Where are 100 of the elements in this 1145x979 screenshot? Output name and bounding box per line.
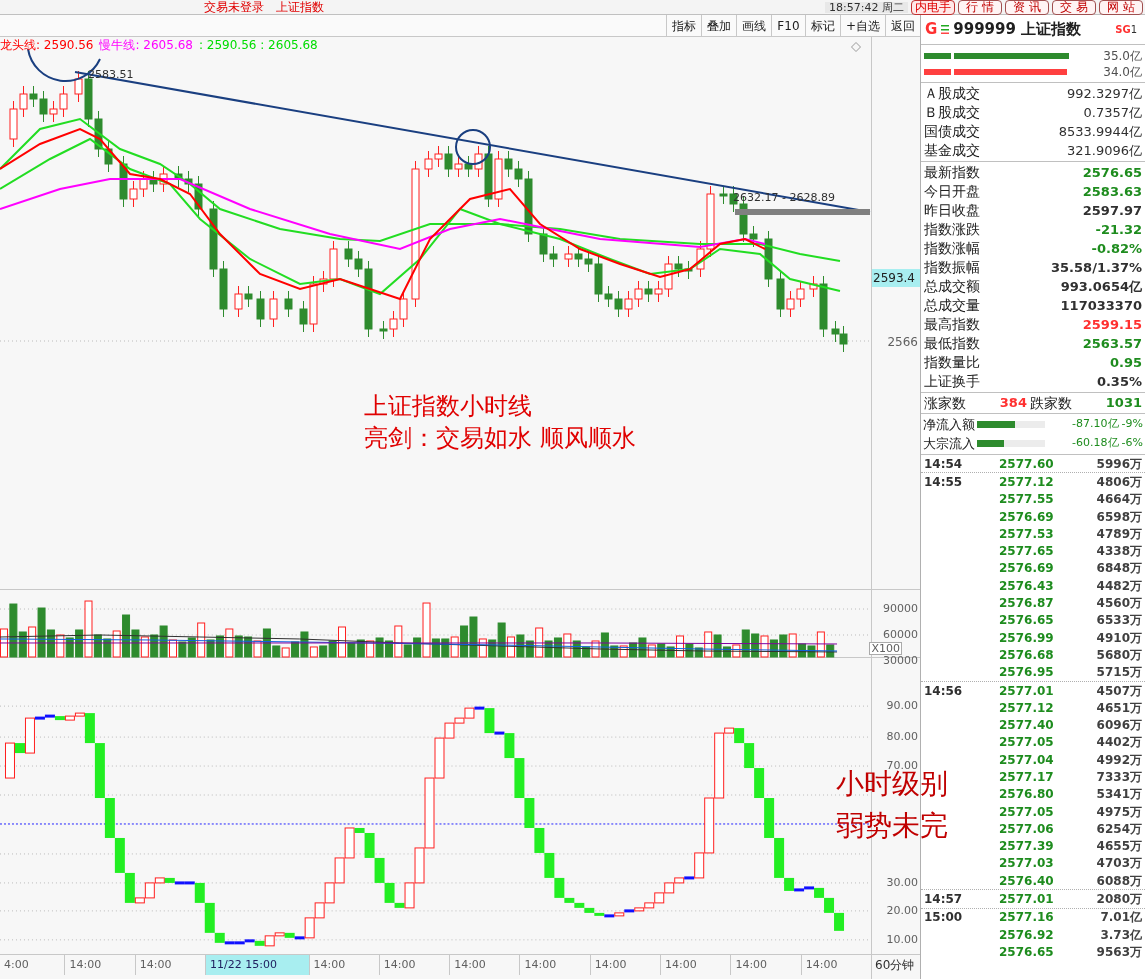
circle-mark	[455, 129, 491, 165]
time-label: 14:00	[64, 955, 135, 975]
tick-volume: 4975万	[1096, 805, 1142, 818]
tick-volume: 4482万	[1096, 579, 1142, 592]
period-label[interactable]: 60分钟	[872, 955, 920, 979]
stat-value: 8533.9944亿	[1058, 122, 1142, 141]
tick-price: 2577.12	[999, 475, 1054, 488]
tick-volume: 4992万	[1096, 753, 1142, 766]
menu-button[interactable]: 内电手	[911, 0, 955, 15]
tick-volume: 3.73亿	[1100, 928, 1142, 941]
stat-label: 昨日收盘	[924, 201, 980, 220]
tick-volume: 4703万	[1096, 857, 1142, 870]
toolbar-button[interactable]: 画线	[735, 15, 771, 36]
chart-note: 上证指数小时线	[364, 394, 532, 418]
clock-text: 18:57:42 周二	[825, 1, 908, 13]
toolbar-button[interactable]: 返回	[885, 15, 920, 36]
tick-price: 2576.68	[999, 648, 1054, 661]
stat-value: 117033370	[1060, 296, 1142, 315]
tick-volume: 9563万	[1096, 945, 1142, 958]
stat-value: 0.7357亿	[1083, 103, 1142, 122]
time-label: 4:00	[3, 957, 30, 973]
stat-label: 指数量比	[924, 353, 980, 372]
tick-volume: 4402万	[1096, 736, 1142, 749]
tick-price: 2577.65	[999, 545, 1054, 558]
stat-label: 指数振幅	[924, 258, 980, 277]
tick-price: 2577.05	[999, 736, 1054, 749]
menu-button[interactable]: 网 站	[1099, 0, 1143, 15]
menu-button[interactable]: 交 易	[1052, 0, 1096, 15]
stat-value: -87.10亿	[1072, 416, 1119, 433]
menu-button[interactable]: 资 讯	[1005, 0, 1049, 15]
stat-value: 0.95	[1109, 353, 1142, 372]
tag-text: SG1	[1115, 23, 1137, 37]
tick-volume: 5996万	[1096, 457, 1142, 470]
time-label: 14:00	[730, 955, 801, 975]
stat-label: 最新指数	[924, 163, 980, 182]
stat-value: 0.35%	[1096, 372, 1142, 391]
tick-time: 14:54	[924, 457, 964, 470]
axis-label: 30.00	[886, 877, 918, 888]
axis-label: 90000	[883, 603, 918, 614]
tick-volume: 5341万	[1096, 788, 1142, 801]
axis-label: 60000	[883, 629, 918, 640]
tick-volume: 6254万	[1096, 822, 1142, 835]
chart-note: 小时级别	[836, 770, 948, 798]
login-status: 交易未登录	[204, 1, 264, 13]
stat-label: 跌家数	[1029, 393, 1072, 413]
menu-button[interactable]: 行 情	[958, 0, 1002, 15]
toolbar-button[interactable]: 叠加	[700, 15, 736, 36]
stat-value: 993.0654亿	[1060, 277, 1142, 296]
stat-value: -9%	[1121, 416, 1143, 433]
stat-value: 321.9096亿	[1066, 141, 1142, 160]
bar-value: 34.0亿	[1103, 63, 1142, 81]
stat-value: 1031	[1105, 394, 1142, 413]
tick-volume: 7.01亿	[1100, 911, 1142, 924]
stock-name: 999999 上证指数	[953, 19, 1082, 41]
axis-label: 70.00	[886, 760, 918, 771]
stat-label: 今日开盘	[924, 182, 980, 201]
tick-price: 2576.69	[999, 562, 1054, 575]
tick-volume: 6088万	[1096, 874, 1142, 887]
toolbar-button[interactable]: 标记	[804, 15, 840, 36]
time-label: 14:00	[589, 955, 661, 975]
tick-volume: 4910万	[1096, 631, 1142, 644]
tick-time: 14:57	[924, 893, 964, 906]
tick-price: 2576.65	[999, 945, 1054, 958]
toolbar-button[interactable]: +自选	[839, 15, 885, 36]
tick-price: 2576.99	[999, 631, 1054, 644]
tick-volume: 4651万	[1096, 701, 1142, 714]
tick-price: 2576.69	[999, 510, 1054, 523]
legend-text: : 2590.56 : 2605.68	[198, 39, 318, 51]
time-label: 14:00	[308, 955, 379, 975]
tick-price: 2577.55	[999, 493, 1054, 506]
legend-text: 龙头线: 2590.56	[0, 39, 94, 51]
stat-label: 涨家数	[924, 393, 966, 413]
chart-note: 弱势未完	[836, 812, 948, 840]
stat-value: 2599.15	[1082, 315, 1142, 334]
tick-volume: 6096万	[1096, 719, 1142, 732]
stat-label: 总成交量	[924, 296, 980, 315]
tick-price: 2576.80	[999, 788, 1054, 801]
tick-price: 2576.40	[999, 874, 1054, 887]
time-label: 14:00	[378, 955, 450, 975]
stat-label: 净流入额	[923, 415, 975, 434]
symbol-title: 上证指数	[276, 1, 324, 13]
unit-label: X100	[869, 642, 902, 655]
stat-label: 基金成交	[924, 141, 980, 160]
tick-price: 2577.04	[999, 753, 1054, 766]
tick-volume: 2080万	[1096, 893, 1142, 906]
axis-label: 2566	[886, 334, 919, 351]
stat-value: -6%	[1121, 435, 1143, 452]
stat-label: 国债成交	[924, 122, 980, 141]
toolbar-button[interactable]: 指标	[665, 15, 701, 36]
stat-value: 384	[999, 394, 1027, 413]
tick-volume: 6533万	[1096, 614, 1142, 627]
tick-price: 2576.65	[999, 614, 1054, 627]
tick-volume: 4664万	[1096, 493, 1142, 506]
toolbar-button[interactable]: F10	[770, 15, 805, 36]
tick-volume: 4806万	[1096, 475, 1142, 488]
tick-volume: 4507万	[1096, 684, 1142, 697]
tick-price: 2577.17	[999, 771, 1054, 783]
list-icon[interactable]	[941, 25, 950, 34]
tick-volume: 5715万	[1096, 666, 1142, 679]
axis-label: 30000	[883, 655, 918, 666]
